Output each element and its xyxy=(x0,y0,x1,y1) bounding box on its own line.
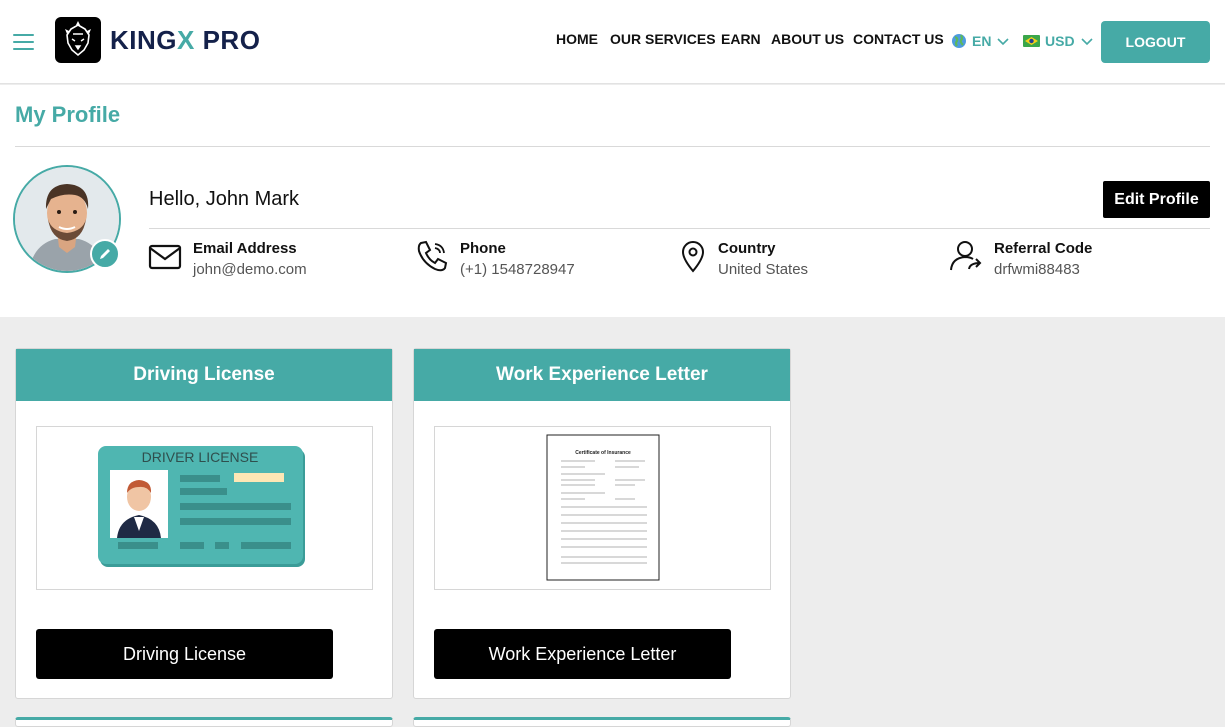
pencil-icon xyxy=(100,249,110,259)
language-selector[interactable]: EN xyxy=(951,31,1010,51)
brand-accent: X xyxy=(177,25,195,55)
globe-icon xyxy=(952,34,966,48)
referral-value: drfwmi88483 xyxy=(994,261,1080,278)
brand-rest: PRO xyxy=(202,25,261,55)
work-experience-image[interactable]: Certificate of Insurance xyxy=(434,426,771,590)
country-label: Country xyxy=(718,240,776,257)
nav-earn[interactable]: EARN xyxy=(721,31,761,51)
document-card-partial xyxy=(15,717,393,727)
divider xyxy=(15,146,1210,147)
card-title: Driving License xyxy=(16,349,392,401)
certificate-heading: Certificate of Insurance xyxy=(575,450,631,456)
document-card-driving-license: Driving License DRIVER LICENSE Driving L… xyxy=(15,348,393,699)
document-card-partial xyxy=(413,717,791,727)
email-label: Email Address xyxy=(193,240,297,257)
top-header: KINGX PRO HOME OUR SERVICES EARN ABOUT U… xyxy=(0,0,1225,84)
phone-icon xyxy=(417,240,448,272)
nav-our-services[interactable]: OUR SERVICES xyxy=(610,31,716,51)
page-title: My Profile xyxy=(15,102,121,127)
location-pin-icon xyxy=(681,241,705,273)
document-card-work-experience: Work Experience Letter Certificate of In… xyxy=(413,348,791,699)
edit-avatar-button[interactable] xyxy=(90,239,120,269)
work-experience-button[interactable]: Work Experience Letter xyxy=(434,629,731,679)
logout-button[interactable]: LOGOUT xyxy=(1101,21,1210,63)
driving-license-button[interactable]: Driving License xyxy=(36,629,333,679)
chevron-down-icon xyxy=(997,38,1010,46)
phone-label: Phone xyxy=(460,240,506,257)
license-heading: DRIVER LICENSE xyxy=(142,449,259,465)
chevron-down-icon xyxy=(1080,38,1093,46)
edit-profile-button[interactable]: Edit Profile xyxy=(1103,181,1210,218)
currency-selector[interactable]: USD xyxy=(1023,31,1094,51)
lion-logo-icon[interactable] xyxy=(55,17,101,63)
driving-license-image[interactable]: DRIVER LICENSE xyxy=(36,426,373,590)
menu-icon[interactable] xyxy=(13,32,34,50)
country-value: United States xyxy=(718,261,809,278)
nav-about-us[interactable]: ABOUT US xyxy=(771,31,844,51)
nav-contact-us[interactable]: CONTACT US xyxy=(853,31,944,51)
flag-icon xyxy=(1023,35,1040,47)
referral-label: Referral Code xyxy=(994,240,1093,257)
language-label: EN xyxy=(972,33,992,49)
currency-label: USD xyxy=(1045,33,1075,49)
envelope-icon xyxy=(148,244,182,270)
card-title: Work Experience Letter xyxy=(414,349,790,401)
divider xyxy=(149,228,1210,229)
brand-name[interactable]: KINGX PRO xyxy=(110,25,260,56)
profile-section: My Profile Hello, John Mark Edit Profile… xyxy=(0,85,1225,317)
phone-value: (+1) 1548728947 xyxy=(460,261,575,278)
user-share-icon xyxy=(950,241,982,271)
email-value: john@demo.com xyxy=(193,261,307,278)
greeting: Hello, John Mark xyxy=(149,188,300,210)
nav-home[interactable]: HOME xyxy=(556,31,598,51)
